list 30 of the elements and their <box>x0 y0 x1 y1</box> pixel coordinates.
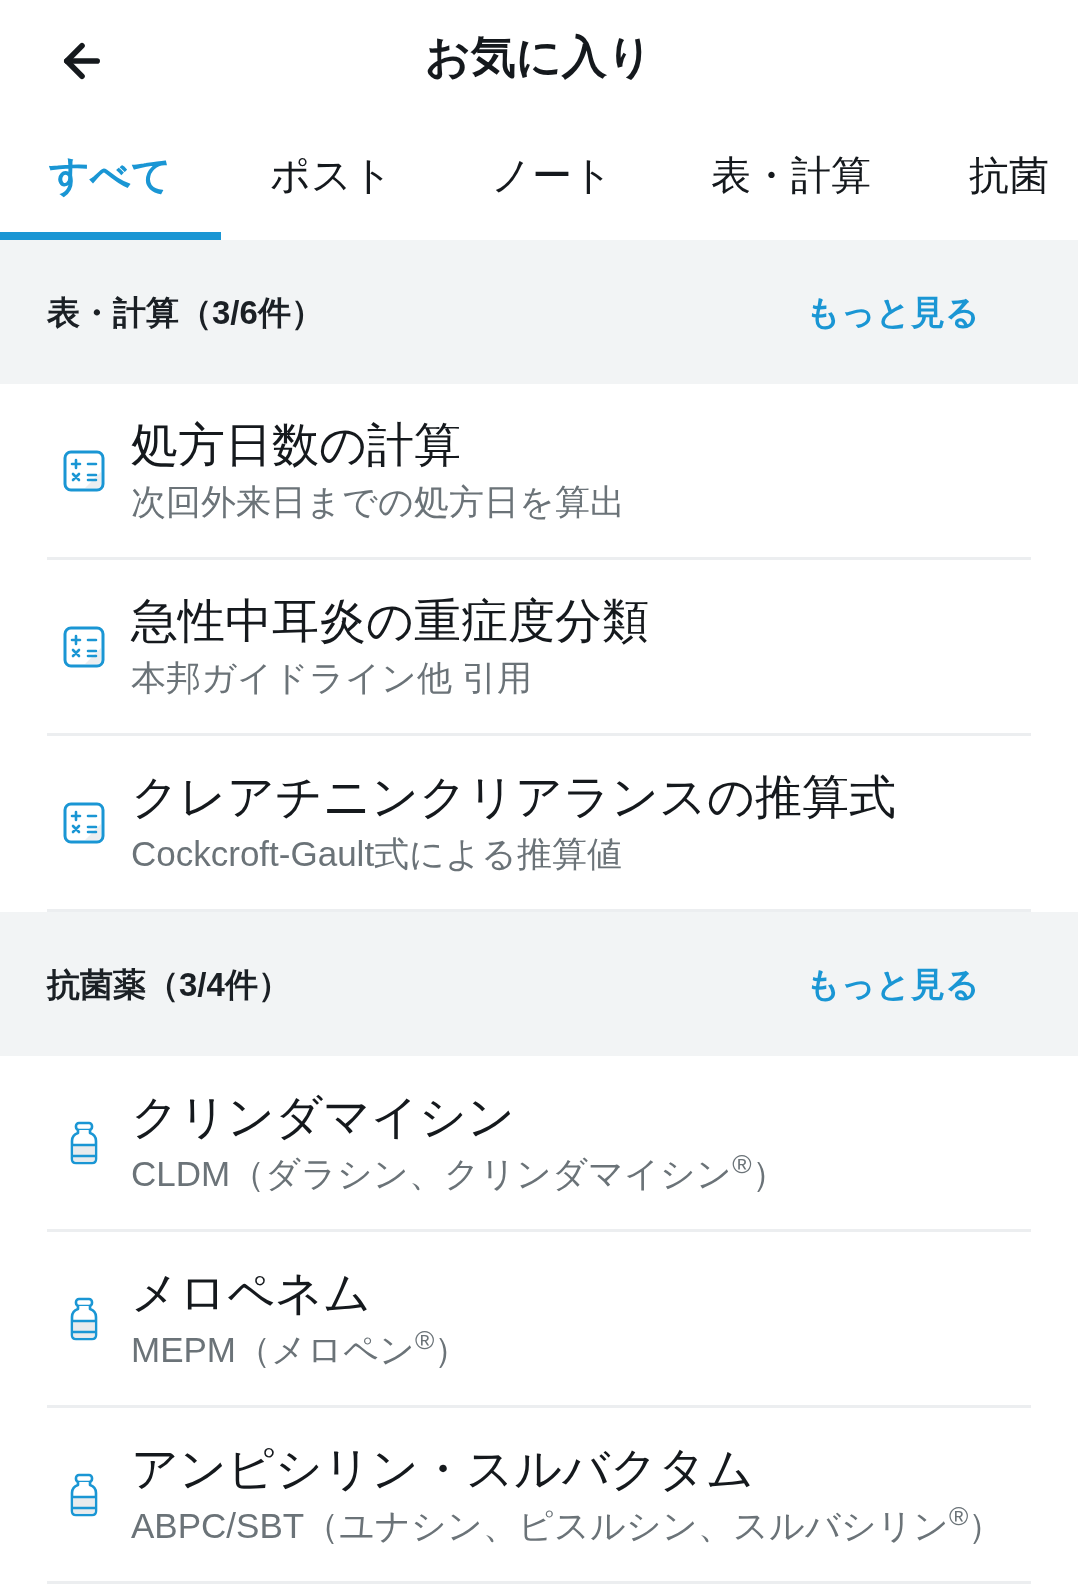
vial-icon <box>69 1472 99 1517</box>
page-title: お気に入り <box>425 33 653 79</box>
list-item[interactable]: メロペネム MEPM（メロペン$^{®}$） <box>47 1232 1031 1408</box>
section-title: 抗菌薬（3/4件） <box>47 967 291 1001</box>
item-title: 処方日数の計算 <box>131 418 462 473</box>
tab[interactable]: 抗菌 <box>920 112 1049 240</box>
item-title: クリンダマイシン <box>131 1090 516 1145</box>
calculator-icon <box>63 449 105 492</box>
item-title: クレアチニンクリアランスの推算式 <box>131 770 896 825</box>
tab[interactable]: 表・計算 <box>662 112 920 240</box>
list-item[interactable]: クリンダマイシン CLDM（ダラシン、クリンダマイシン$^{®}$） <box>47 1056 1031 1232</box>
tab[interactable]: ノート <box>442 112 662 240</box>
list-item[interactable]: 急性中耳炎の重症度分類 本邦ガイドライン他 引用 <box>47 560 1031 736</box>
item-subtitle: ABPC/SBT（ユナシン、ピスルシン、スルバシリン$^{®}$） <box>131 1506 1004 1547</box>
section-title: 表・計算（3/6件） <box>47 295 324 329</box>
item-subtitle: MEPM（メロペン$^{®}$） <box>131 1330 470 1371</box>
vial-icon <box>69 1296 99 1341</box>
item-title: メロペネム <box>131 1266 372 1321</box>
list-item[interactable]: アンピシリン・スルバクタム ABPC/SBT（ユナシン、ピスルシン、スルバシリン$^{®}$） <box>47 1408 1031 1584</box>
list-item[interactable]: 処方日数の計算 次回外来日までの処方日を算出 <box>47 384 1031 560</box>
item-subtitle: 次回外来日までの処方日を算出 <box>131 482 625 523</box>
item-subtitle: CLDM（ダラシン、クリンダマイシン$^{®}$） <box>131 1154 787 1195</box>
item-subtitle: Cockcroft-Gault式による推算値 <box>131 834 624 875</box>
item-title: 急性中耳炎の重症度分類 <box>131 594 649 649</box>
tab[interactable]: ポスト <box>221 112 442 240</box>
item-title: アンピシリン・スルバクタム <box>131 1442 755 1497</box>
item-subtitle: 本邦ガイドライン他 引用 <box>131 658 533 699</box>
vial-icon <box>69 1120 99 1165</box>
calculator-icon <box>63 801 105 844</box>
calculator-icon <box>63 625 105 668</box>
